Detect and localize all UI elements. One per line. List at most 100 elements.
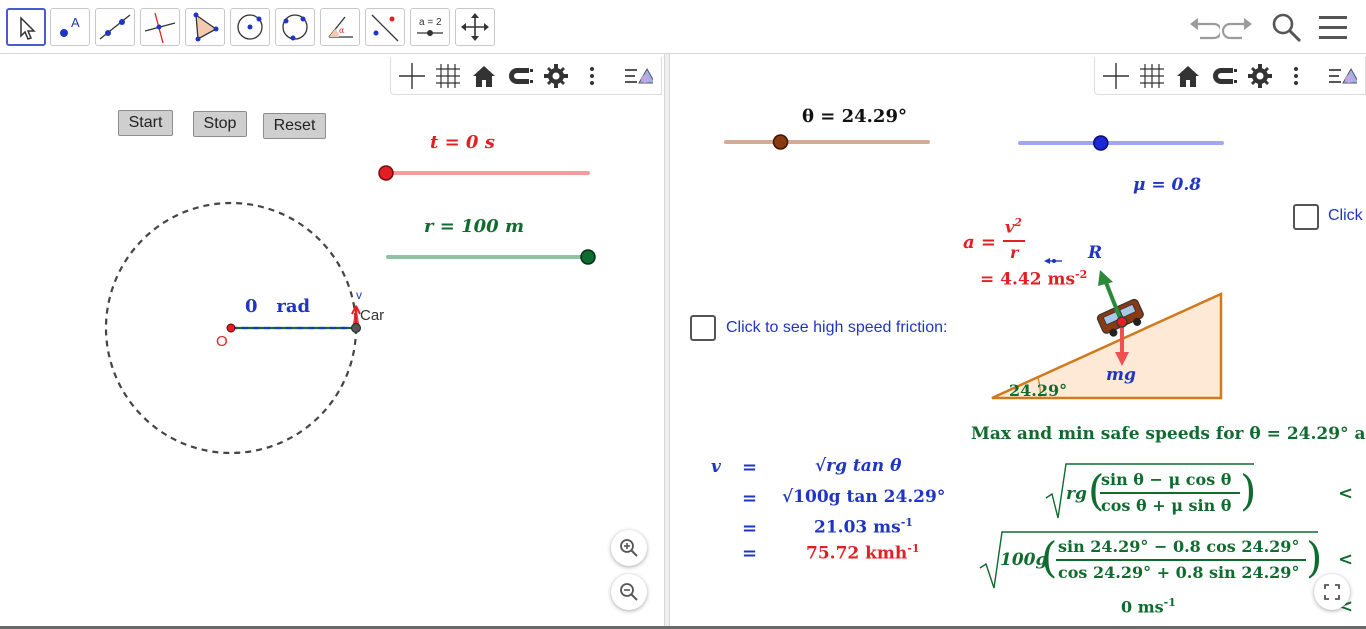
eq-1: = [742,457,758,478]
t-slider-label: t = 0 s [430,132,495,153]
home-icon[interactable] [469,61,499,91]
weight-label: mg [1106,365,1136,385]
line-tool-button[interactable] [95,8,135,46]
angle-value-text: 0 rad [245,296,311,317]
car-center-point[interactable] [1116,316,1128,328]
accel-fraction-bar [1003,240,1025,242]
normal-force-label: R [1088,243,1103,263]
circle-center-icon [237,14,263,40]
grid-icon[interactable] [1137,61,1167,91]
svg-text:A: A [71,15,80,30]
stop-button[interactable]: Stop [193,111,247,137]
circular-track-diagram [104,201,361,455]
center-point[interactable] [226,323,236,333]
axes-icon[interactable] [397,61,427,91]
safe-den-1: cos θ + μ sin θ [1101,496,1232,515]
move-tool-button[interactable] [6,8,46,46]
axes-icon[interactable] [1101,61,1131,91]
reflect-tool-button[interactable] [365,8,405,46]
normal-force-arrowhead [1098,270,1113,286]
lt-1: < [1338,483,1354,504]
redo-icon[interactable] [1222,10,1256,44]
reset-button[interactable]: Reset [263,113,326,139]
left-style-bar [390,57,662,95]
polygon-tool-button[interactable] [185,8,225,46]
zoom-out-button[interactable] [611,574,647,610]
high-speed-friction-label[interactable]: Click to see high speed friction: [726,319,947,337]
center-label: O [216,333,228,350]
more-vertical-icon[interactable] [1281,61,1311,91]
zoom-in-button[interactable] [611,530,647,566]
safe-speed-heading: Max and min safe speeds for θ = 24.29° a… [971,424,1366,444]
search-icon[interactable] [1270,10,1304,44]
move-view-tool-button[interactable] [455,8,495,46]
line-icon [99,14,131,40]
r-slider[interactable] [376,244,602,270]
magnet-icon[interactable] [505,61,535,91]
r-slider-knob[interactable] [580,249,596,265]
style-bar-toggle-icon[interactable] [1327,61,1357,91]
paren-right-1: ) [1240,466,1257,515]
t-slider-knob[interactable] [378,165,394,181]
eq-4: = [742,543,758,564]
main-toolbar: A α a = 2 [0,0,1366,54]
r-slider-label: r = 100 m [424,216,524,237]
home-icon[interactable] [1173,61,1203,91]
angle-tool-button[interactable]: α [320,8,360,46]
svg-text:α: α [339,26,345,35]
eq-3: = [742,518,758,539]
velocity-label: v [356,288,362,302]
theta-slider[interactable] [720,130,934,154]
cursor-arrow-icon [20,16,36,40]
high-speed-friction-checkbox[interactable] [690,315,716,341]
point-icon: A [60,15,80,37]
v-line-1: √rg tan θ [815,456,902,476]
theta-slider-label: θ = 24.29° [802,106,907,127]
car-label: Car [360,307,385,324]
slider-tool-button[interactable]: a = 2 [410,8,450,46]
safe-zero: 0 ms-1 [1121,596,1176,617]
v-symbol: v [711,457,721,477]
svg-text:a = 2: a = 2 [419,17,442,28]
settings-gear-icon[interactable] [541,61,571,91]
magnet-icon[interactable] [1209,61,1239,91]
circle-tool-button[interactable] [230,8,270,46]
lt-2: < [1338,549,1354,570]
safe-num-1: sin θ − μ cos θ [1101,470,1232,489]
car-point[interactable] [351,323,361,333]
grid-icon[interactable] [433,61,463,91]
v-line-3: 21.03 ms-1 [814,516,913,538]
menu-icon[interactable] [1316,10,1350,44]
mu-slider[interactable] [1014,131,1228,155]
panel-divider[interactable] [664,54,670,629]
undo-icon[interactable] [1186,10,1220,44]
eq-2: = [742,488,758,509]
polygon-icon [193,12,219,42]
fullscreen-button[interactable] [1314,574,1350,610]
v-line-4: 75.72 kmh-1 [806,542,920,564]
mu-slider-label: μ = 0.8 [1133,175,1202,195]
t-slider[interactable] [376,160,596,186]
style-bar-toggle-icon[interactable] [623,61,653,91]
safe-num-2: sin 24.29° − 0.8 cos 24.29° [1058,537,1300,556]
fraction-bar-2 [1056,559,1306,561]
mu-slider-knob[interactable] [1093,135,1109,151]
click-checkbox-label[interactable]: Click [1328,207,1363,225]
right-style-bar [1094,57,1366,95]
perpendicular-line-tool-button[interactable] [140,8,180,46]
v-line-2: √100g tan 24.29° [782,487,946,507]
zoom-in-icon [620,539,638,557]
point-tool-button[interactable]: A [50,8,90,46]
click-checkbox[interactable] [1293,204,1319,230]
perpendicular-line-icon [144,12,176,44]
settings-gear-icon[interactable] [1245,61,1275,91]
safe-den-2: cos 24.29° + 0.8 sin 24.29° [1058,563,1300,582]
more-vertical-icon[interactable] [577,61,607,91]
theta-slider-knob[interactable] [772,134,789,150]
fraction-bar-1 [1100,492,1240,494]
start-button[interactable]: Start [118,110,173,136]
move-arrows-icon [461,13,489,41]
angle-icon: α [328,16,353,38]
conic-tool-button[interactable] [275,8,315,46]
zoom-out-icon [620,583,638,601]
